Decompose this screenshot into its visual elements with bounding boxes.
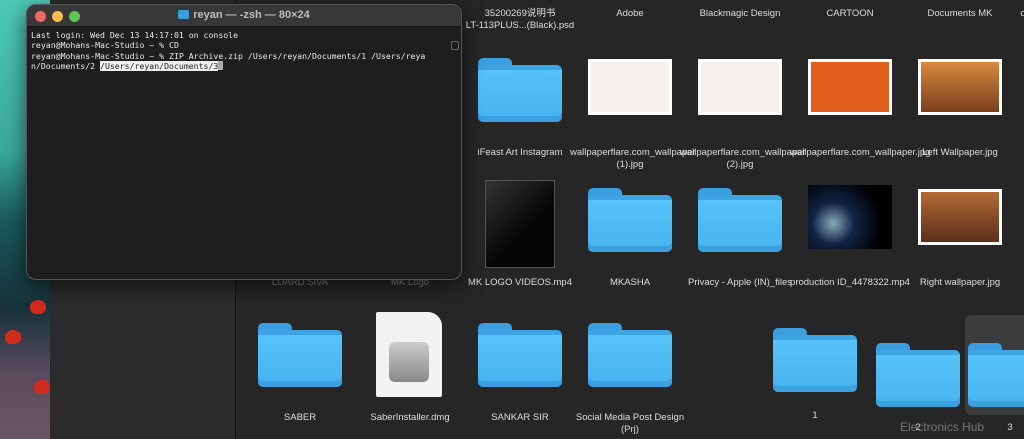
video-thumbnail-icon — [808, 185, 892, 249]
image-thumbnail-icon — [918, 59, 1002, 115]
title-text: reyan — -zsh — 80×24 — [193, 9, 310, 21]
file-label[interactable]: Left Wallpaper.jpg — [900, 147, 1020, 159]
file-label[interactable]: MK LOGO VIDEOS.mp4 — [460, 277, 580, 289]
terminal-line: n/Documents/2 /Users/reyan/Documents/3 — [31, 61, 457, 72]
terminal-titlebar[interactable]: reyan — -zsh — 80×24 — [27, 5, 461, 27]
file-label[interactable]: Right wallpaper.jpg — [900, 277, 1020, 289]
file-label[interactable]: d — [1018, 8, 1024, 20]
folder-body — [968, 350, 1024, 407]
file-label[interactable]: Documents MK — [900, 8, 1020, 20]
image-thumbnail-icon — [698, 59, 782, 115]
folder-body — [478, 330, 562, 387]
folder-icon — [478, 323, 562, 387]
file-label[interactable]: Privacy - Apple (IN)_files — [680, 277, 800, 289]
terminal-window[interactable]: reyan — -zsh — 80×24 Last login: Wed Dec… — [26, 4, 462, 280]
folder-body — [588, 330, 672, 387]
window-title: reyan — -zsh — 80×24 — [27, 9, 461, 21]
folder-icon — [968, 343, 1024, 407]
folder-icon — [876, 343, 960, 407]
watermark: Electronics Hub — [900, 420, 985, 434]
folder-icon — [773, 328, 857, 392]
folder-body — [258, 330, 342, 387]
disk-image-icon — [376, 312, 442, 397]
folder-icon — [588, 188, 672, 252]
wallpaper-flower — [5, 330, 21, 344]
folder-body — [588, 195, 672, 252]
file-label[interactable]: CARTOON — [790, 8, 910, 20]
folder-icon — [698, 188, 782, 252]
cursor — [218, 61, 224, 71]
file-label[interactable]: SaberInstaller.dmg — [350, 412, 470, 424]
file-label[interactable]: 35200269说明书 LT-113PLUS...(Black).psd — [460, 8, 580, 32]
file-label[interactable]: SABER — [240, 412, 360, 424]
video-thumbnail-icon — [485, 180, 555, 268]
folder-body — [698, 195, 782, 252]
file-label[interactable]: wallpaperflare.com_wallpaper.jpg — [790, 147, 930, 159]
file-label[interactable]: iFeast Art Instagram — [460, 147, 580, 159]
file-label[interactable]: MKASHA — [570, 277, 690, 289]
folder-icon — [478, 58, 562, 122]
file-label[interactable]: production ID_4478322.mp4 — [790, 277, 910, 289]
file-label[interactable]: SANKAR SIR — [460, 412, 580, 424]
terminal-text: n/Documents/2 — [31, 61, 101, 72]
file-label[interactable]: wallpaperflare.com_wallpaper (2).jpg — [680, 147, 806, 171]
file-label[interactable]: wallpaperflare.com_wallpaper (1).jpg — [570, 147, 696, 171]
terminal-line: reyan@Mohans-Mac-Studio ~ % ZIP Archive.… — [31, 50, 426, 61]
file-label[interactable]: Blackmagic Design — [680, 8, 800, 20]
folder-icon — [258, 323, 342, 387]
folder-body — [876, 350, 960, 407]
selected-text[interactable]: /Users/reyan/Documents/3 — [100, 61, 219, 72]
folder-icon — [178, 10, 190, 19]
image-thumbnail-icon — [808, 59, 892, 115]
terminal-line: Last login: Wed Dec 13 14:17:01 on conso… — [31, 30, 239, 40]
wallpaper-flower — [30, 300, 46, 314]
folder-body — [773, 335, 857, 392]
image-thumbnail-icon — [918, 189, 1002, 245]
folder-body — [478, 65, 562, 122]
scrollbar[interactable] — [451, 41, 459, 50]
hard-drive-icon — [389, 342, 429, 382]
file-label[interactable]: 1 — [755, 410, 875, 422]
terminal-line: reyan@Mohans-Mac-Studio ~ % CD — [31, 40, 179, 51]
folder-icon — [588, 323, 672, 387]
image-thumbnail-icon — [588, 59, 672, 115]
wallpaper-flower — [34, 380, 50, 394]
file-label[interactable]: Adobe — [570, 8, 690, 20]
terminal-output[interactable]: Last login: Wed Dec 13 14:17:01 on conso… — [27, 27, 461, 75]
file-label[interactable]: Social Media Post Design (Prj) — [570, 412, 690, 436]
